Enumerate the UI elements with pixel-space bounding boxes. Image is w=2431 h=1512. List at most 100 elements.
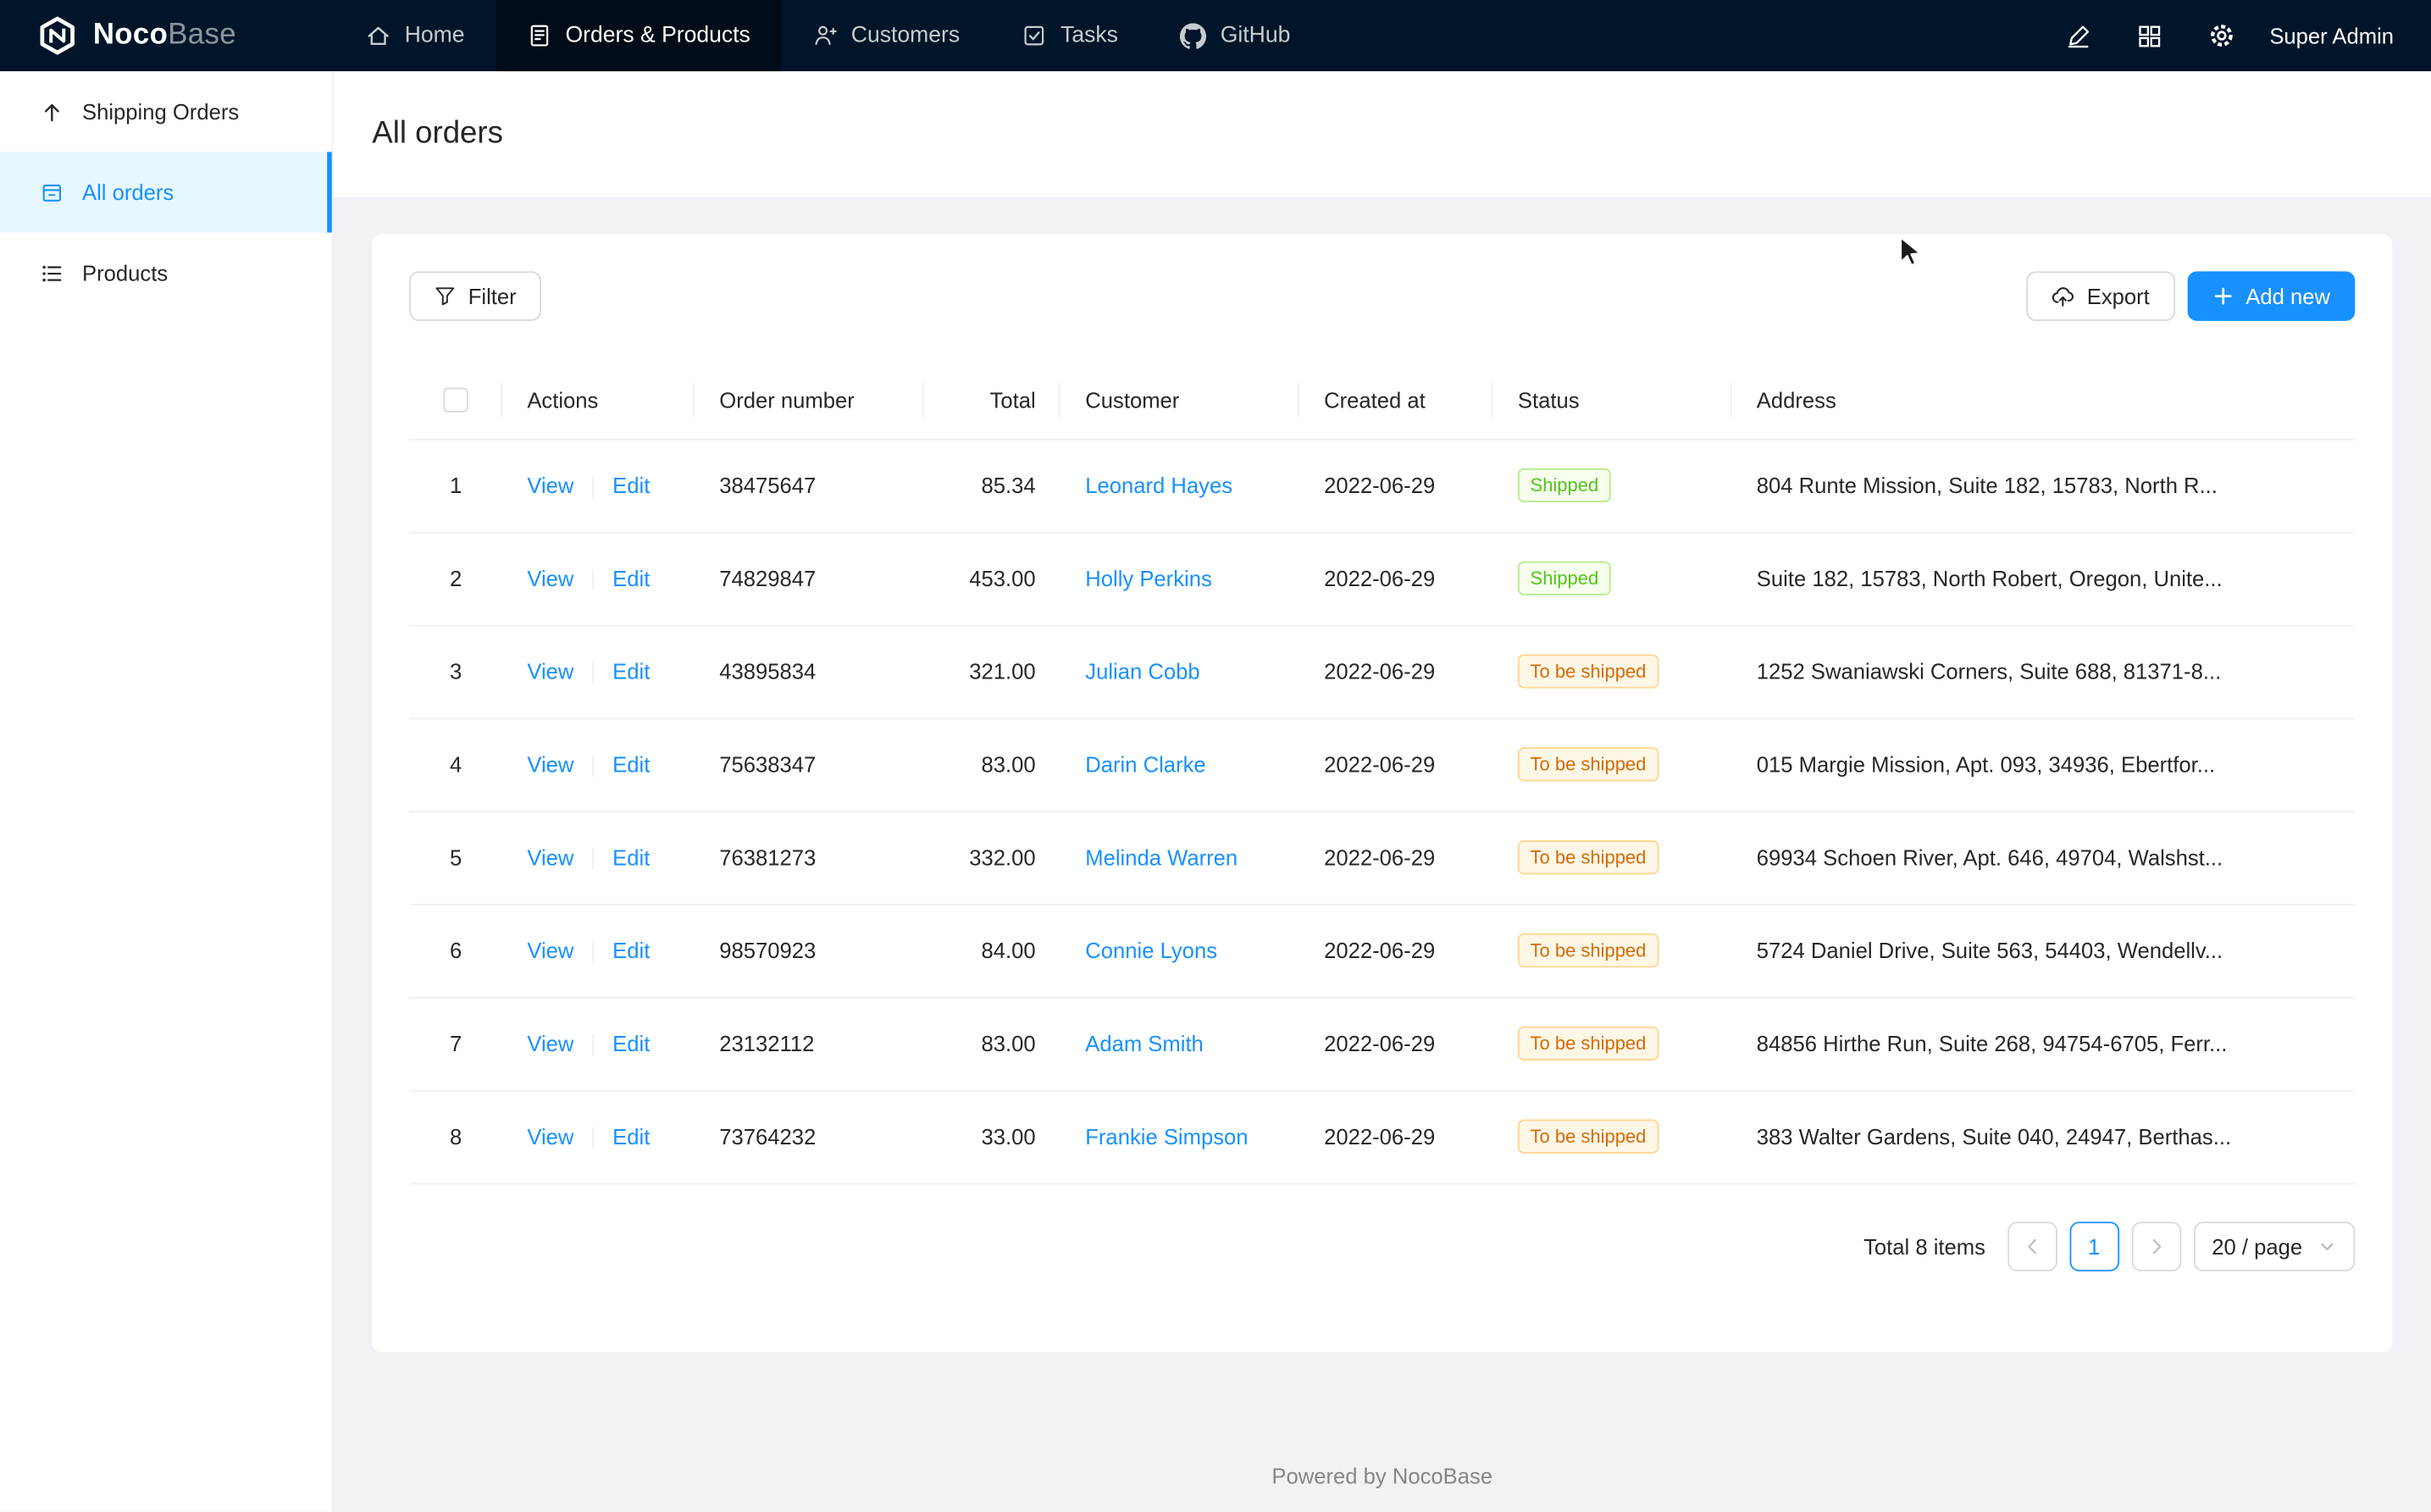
order-number-cell: 98570923 [695, 904, 924, 997]
nav-item-orders-products[interactable]: Orders & Products [496, 0, 781, 71]
column-header-created-at: Created at [1324, 387, 1426, 412]
table-header-row: ActionsOrder numberTotalCustomerCreated … [409, 361, 2355, 439]
add-new-button[interactable]: Add new [2187, 271, 2356, 321]
customer-link[interactable]: Connie Lyons [1085, 938, 1217, 962]
sidebar-item-products[interactable]: Products [0, 233, 332, 313]
customer-cell: Adam Smith [1060, 997, 1299, 1090]
edit-link[interactable]: Edit [612, 566, 650, 590]
address-cell: 804 Runte Mission, Suite 182, 15783, Nor… [1732, 439, 2356, 532]
apps-grid-icon[interactable] [2124, 9, 2176, 62]
highlighter-icon[interactable] [2052, 9, 2105, 62]
edit-link[interactable]: Edit [612, 751, 650, 776]
edit-link[interactable]: Edit [612, 473, 650, 497]
action-divider [592, 848, 594, 870]
actions-cell: View Edit [502, 532, 695, 625]
edit-link[interactable]: Edit [612, 1031, 650, 1055]
sidebar-item-shipping-orders[interactable]: Shipping Orders [0, 71, 332, 152]
table-row: 8ViewEdit7376423233.00Frankie Simpson202… [409, 1090, 2355, 1183]
action-divider [592, 476, 594, 498]
status-badge: To be shipped [1518, 747, 1659, 781]
main-nav: HomeOrders & ProductsCustomersTasksGitHu… [335, 0, 1321, 71]
action-divider [592, 1034, 594, 1056]
customer-link[interactable]: Frankie Simpson [1085, 1124, 1248, 1149]
row-index: 6 [409, 904, 502, 997]
created-at-cell: 2022-06-29 [1299, 532, 1493, 625]
column-header-order-number: Order number [719, 387, 855, 412]
view-link[interactable]: View [527, 751, 573, 776]
page-size-value: 20 / page [2212, 1233, 2302, 1258]
table-row: 5ViewEdit76381273332.00Melinda Warren202… [409, 811, 2355, 904]
customer-link[interactable]: Melinda Warren [1085, 845, 1238, 870]
customer-cell: Darin Clarke [1060, 717, 1299, 811]
next-page-button[interactable] [2131, 1221, 2181, 1271]
total-cell: 321.00 [924, 625, 1060, 718]
edit-link[interactable]: Edit [612, 845, 650, 869]
filter-button[interactable]: Filter [409, 271, 541, 321]
view-link[interactable]: View [527, 1124, 573, 1149]
user-menu[interactable]: Super Admin [2269, 23, 2394, 47]
created-at-cell: 2022-06-29 [1299, 904, 1493, 997]
customer-link[interactable]: Leonard Hayes [1085, 473, 1232, 497]
sidebar-item-all-orders[interactable]: All orders [0, 152, 332, 232]
edit-link[interactable]: Edit [612, 1124, 650, 1149]
order-number-cell: 38475647 [695, 439, 924, 532]
add-new-button-label: Add new [2245, 284, 2330, 308]
order-number-cell: 73764232 [695, 1090, 924, 1183]
customer-cell: Melinda Warren [1060, 811, 1299, 904]
address-cell: 383 Walter Gardens, Suite 040, 24947, Be… [1732, 1090, 2356, 1183]
column-header-status: Status [1518, 387, 1580, 412]
view-link[interactable]: View [527, 938, 573, 962]
view-link[interactable]: View [527, 1031, 573, 1055]
edit-link[interactable]: Edit [612, 659, 650, 684]
cloud-upload-icon [2052, 285, 2074, 307]
customer-link[interactable]: Julian Cobb [1085, 659, 1199, 684]
column-header: Actions [502, 361, 695, 439]
orders-card: Filter Export Add new [372, 234, 2392, 1352]
total-cell: 453.00 [924, 532, 1060, 625]
row-index: 3 [409, 625, 502, 718]
brand-name-bold: Noco [93, 19, 168, 51]
view-link[interactable]: View [527, 473, 573, 497]
action-divider [592, 941, 594, 963]
actions-cell: View Edit [502, 1090, 695, 1183]
nocobase-app: NocoBase HomeOrders & ProductsCustomersT… [0, 0, 2431, 1512]
customer-link[interactable]: Holly Perkins [1085, 566, 1212, 590]
github-icon [1180, 23, 1206, 49]
nav-item-tasks[interactable]: Tasks [991, 0, 1149, 71]
order-number-cell: 76381273 [695, 811, 924, 904]
view-link[interactable]: View [527, 566, 573, 590]
created-at-cell: 2022-06-29 [1299, 717, 1493, 811]
orders-icon [527, 23, 551, 47]
nocobase-logo[interactable]: NocoBase [0, 0, 335, 71]
customer-link[interactable]: Darin Clarke [1085, 752, 1205, 777]
customer-cell: Connie Lyons [1060, 904, 1299, 997]
list-icon [41, 261, 64, 284]
row-index: 8 [409, 1090, 502, 1183]
tasks-icon [1022, 23, 1046, 47]
edit-link[interactable]: Edit [612, 938, 650, 962]
nav-item-github[interactable]: GitHub [1149, 0, 1321, 71]
export-button-label: Export [2087, 284, 2150, 308]
chevron-down-icon [2317, 1237, 2336, 1255]
status-cell: Shipped [1493, 532, 1732, 625]
page-size-select[interactable]: 20 / page [2193, 1221, 2355, 1271]
column-header: Status [1493, 361, 1732, 439]
nav-item-customers[interactable]: Customers [781, 0, 990, 71]
status-cell: To be shipped [1493, 904, 1732, 997]
view-link[interactable]: View [527, 845, 573, 869]
page-1-button[interactable]: 1 [2069, 1221, 2119, 1271]
top-navbar: NocoBase HomeOrders & ProductsCustomersT… [0, 0, 2431, 71]
customer-link[interactable]: Adam Smith [1085, 1031, 1204, 1055]
settings-gear-icon[interactable] [2195, 9, 2247, 62]
status-badge: To be shipped [1518, 1027, 1659, 1061]
view-link[interactable]: View [527, 659, 573, 684]
sidebar: Shipping OrdersAll ordersProducts [0, 71, 334, 1511]
action-divider [592, 1127, 594, 1149]
select-all-checkbox[interactable] [443, 388, 468, 413]
prev-page-button[interactable] [2007, 1221, 2057, 1271]
table-row: 6ViewEdit9857092384.00Connie Lyons2022-0… [409, 904, 2355, 997]
row-index: 4 [409, 717, 502, 811]
export-button[interactable]: Export [2026, 271, 2174, 321]
nav-item-home[interactable]: Home [335, 0, 496, 71]
column-header: Address [1732, 361, 2356, 439]
